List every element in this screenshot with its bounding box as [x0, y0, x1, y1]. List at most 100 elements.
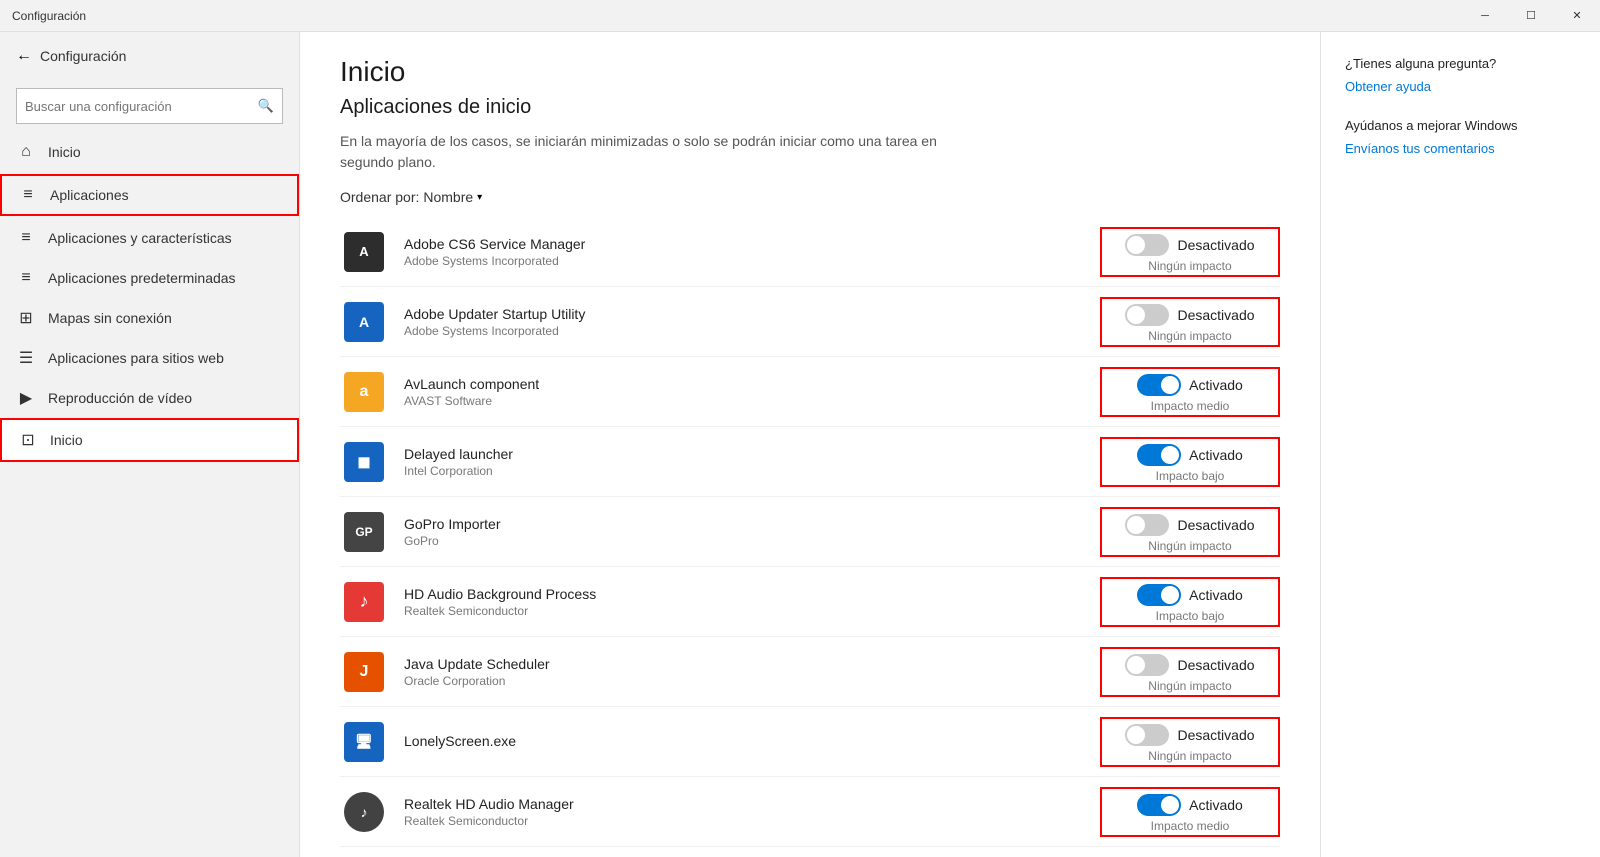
app-icon-wrap: ♪ — [340, 788, 388, 836]
app-toggle[interactable] — [1137, 584, 1181, 606]
minimize-button[interactable]: ─ — [1462, 0, 1508, 32]
app-toggle-column: Activado Impacto medio — [1100, 367, 1280, 417]
app-toggle[interactable] — [1137, 374, 1181, 396]
improve-label: Ayúdanos a mejorar Windows — [1345, 118, 1576, 133]
sidebar-item-video[interactable]: ▶ Reproducción de vídeo — [0, 378, 299, 418]
nav-label: Aplicaciones — [50, 187, 129, 203]
back-label: Configuración — [40, 48, 126, 64]
sort-dropdown[interactable]: Nombre ▾ — [423, 189, 482, 205]
app-icon: ◼ — [344, 442, 384, 482]
search-input[interactable] — [17, 95, 250, 118]
app-icon: ♪ — [344, 582, 384, 622]
app-toggle[interactable] — [1137, 444, 1181, 466]
toggle-row: Desactivado — [1125, 234, 1254, 256]
app-row: ♪ Realtek HD Audio Manager Realtek Semic… — [340, 777, 1280, 847]
toggle-knob — [1127, 306, 1145, 324]
sidebar-item-aplicaciones[interactable]: ≡ Aplicaciones — [0, 174, 299, 216]
nav-label: Reproducción de vídeo — [48, 390, 192, 406]
nav-label: Aplicaciones para sitios web — [48, 350, 224, 366]
app-name: Adobe CS6 Service Manager — [404, 236, 1100, 252]
nav-label: Aplicaciones predeterminadas — [48, 270, 236, 286]
app-toggle[interactable] — [1125, 234, 1169, 256]
toggle-status: Activado — [1189, 447, 1243, 463]
toggle-knob — [1127, 726, 1145, 744]
home-icon: ⌂ — [16, 143, 36, 161]
app-icon-wrap: 🖥 — [340, 718, 388, 766]
toggle-row: Activado — [1137, 584, 1243, 606]
nav-label: Inicio — [50, 432, 83, 448]
app-row: A Adobe CS6 Service Manager Adobe System… — [340, 217, 1280, 287]
app-toggle[interactable] — [1125, 654, 1169, 676]
sidebar-item-inicio-top[interactable]: ⌂ Inicio — [0, 132, 299, 172]
back-button[interactable]: ← Configuración — [0, 32, 299, 80]
app-name: Realtek HD Audio Manager — [404, 796, 1100, 812]
sidebar-item-mapas[interactable]: ⊞ Mapas sin conexión — [0, 298, 299, 338]
nav-label: Inicio — [48, 144, 81, 160]
back-icon: ← — [16, 47, 32, 65]
toggle-row: Desactivado — [1125, 514, 1254, 536]
help-link[interactable]: Obtener ayuda — [1345, 79, 1576, 94]
app-icon: GP — [344, 512, 384, 552]
help-section: ¿Tienes alguna pregunta? Obtener ayuda — [1345, 56, 1576, 94]
app-name: Delayed launcher — [404, 446, 1100, 462]
app-toggle[interactable] — [1125, 514, 1169, 536]
app-name: Adobe Updater Startup Utility — [404, 306, 1100, 322]
app-toggle[interactable] — [1137, 794, 1181, 816]
app-company: Realtek Semiconductor — [404, 604, 1100, 618]
app-info: Adobe Updater Startup Utility Adobe Syst… — [404, 306, 1100, 338]
toggle-impact: Ningún impacto — [1148, 259, 1231, 273]
toggle-impact: Ningún impacto — [1148, 749, 1231, 763]
sidebar-item-sitios-web[interactable]: ☰ Aplicaciones para sitios web — [0, 338, 299, 378]
toggle-status: Desactivado — [1177, 727, 1254, 743]
sidebar-item-apps-predeterminadas[interactable]: ≡ Aplicaciones predeterminadas — [0, 258, 299, 298]
toggle-knob — [1127, 656, 1145, 674]
app-info: Delayed launcher Intel Corporation — [404, 446, 1100, 478]
app-company: Realtek Semiconductor — [404, 814, 1100, 828]
apps-pred-icon: ≡ — [16, 269, 36, 287]
app-company: Intel Corporation — [404, 464, 1100, 478]
app-icon: 🖥 — [344, 722, 384, 762]
app-row: 🖥 LonelyScreen.exe Desactivado Ningún im… — [340, 707, 1280, 777]
app-toggle[interactable] — [1125, 304, 1169, 326]
app-row: J Java Update Scheduler Oracle Corporati… — [340, 637, 1280, 707]
toggle-impact: Ningún impacto — [1148, 329, 1231, 343]
app-row: ◼ Delayed launcher Intel Corporation Act… — [340, 427, 1280, 497]
sidebar-item-inicio-nav[interactable]: ⊡ Inicio — [0, 418, 299, 462]
app-icon-wrap: A — [340, 228, 388, 276]
app-icon-wrap: ♪ — [340, 578, 388, 626]
app-icon-wrap: J — [340, 648, 388, 696]
app-icon: ♪ — [344, 792, 384, 832]
toggle-status: Desactivado — [1177, 657, 1254, 673]
app-info: Adobe CS6 Service Manager Adobe Systems … — [404, 236, 1100, 268]
close-button[interactable]: ✕ — [1554, 0, 1600, 32]
right-panel: ¿Tienes alguna pregunta? Obtener ayuda A… — [1320, 0, 1600, 857]
improve-link[interactable]: Envíanos tus comentarios — [1345, 141, 1576, 156]
toggle-knob — [1161, 446, 1179, 464]
app-icon-wrap: A — [340, 298, 388, 346]
app-icon-wrap: ◼ — [340, 438, 388, 486]
app-toggle[interactable] — [1125, 724, 1169, 746]
app-toggle-column: Activado Impacto medio — [1100, 787, 1280, 837]
app-name: AvLaunch component — [404, 376, 1100, 392]
app-row: ♪ HD Audio Background Process Realtek Se… — [340, 567, 1280, 637]
nav-label: Aplicaciones y características — [48, 230, 232, 246]
toggle-status: Desactivado — [1177, 307, 1254, 323]
toggle-knob — [1127, 236, 1145, 254]
startup-icon: ⊡ — [18, 430, 38, 450]
app-toggle-column: Desactivado Ningún impacto — [1100, 507, 1280, 557]
app-info: Java Update Scheduler Oracle Corporation — [404, 656, 1100, 688]
app-list: A Adobe CS6 Service Manager Adobe System… — [340, 217, 1280, 857]
app-row: a AvLaunch component AVAST Software Acti… — [340, 357, 1280, 427]
app-row: GP GoPro Importer GoPro Desactivado Ning… — [340, 497, 1280, 567]
improve-section: Ayúdanos a mejorar Windows Envíanos tus … — [1345, 118, 1576, 156]
window-title: Configuración — [0, 9, 86, 23]
app-toggle-column: Desactivado Ningún impacto — [1100, 647, 1280, 697]
toggle-row: Desactivado — [1125, 304, 1254, 326]
app-icon-wrap: GP — [340, 508, 388, 556]
sidebar-item-apps-caracteristicas[interactable]: ≡ Aplicaciones y características — [0, 218, 299, 258]
search-box: 🔍 — [16, 88, 283, 124]
maximize-button[interactable]: ☐ — [1508, 0, 1554, 32]
sort-value: Nombre — [423, 189, 473, 205]
toggle-row: Desactivado — [1125, 654, 1254, 676]
web-icon: ☰ — [16, 348, 36, 368]
